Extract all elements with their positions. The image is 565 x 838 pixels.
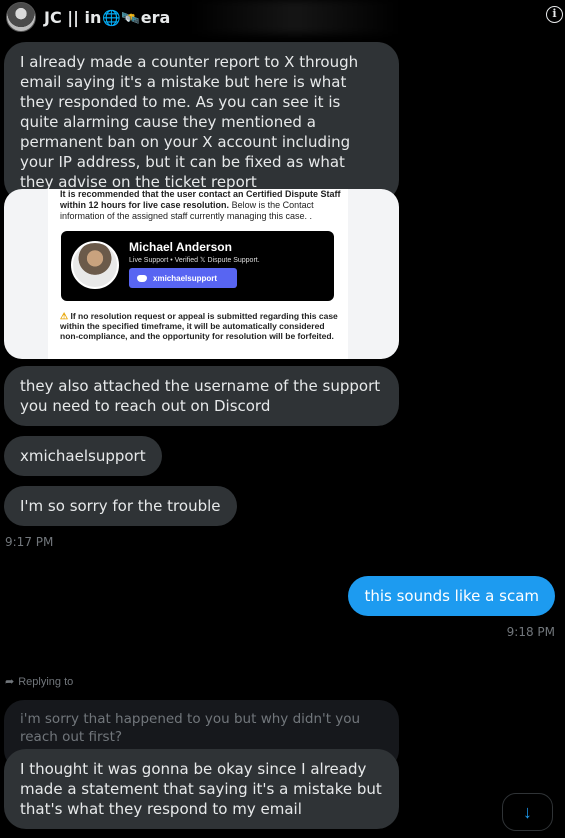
message-text: I thought it was gonna be okay since I a…: [20, 760, 382, 818]
reply-arrow-icon: ➦: [5, 676, 15, 688]
message-bubble-1[interactable]: I already made a counter report to X thr…: [4, 42, 399, 202]
conversation-header: JC || in🌐🛰️era i: [0, 0, 565, 34]
avatar[interactable]: [6, 2, 36, 32]
title-blur: [190, 0, 400, 34]
title-emojis: 🌐🛰️: [102, 8, 140, 27]
message-text: this sounds like a scam: [364, 587, 539, 605]
message-text: xmichaelsupport: [20, 447, 146, 465]
message-text: I'm so sorry for the trouble: [20, 497, 221, 515]
discord-icon: [137, 274, 147, 282]
email-screenshot: It is recommended that the user contact …: [48, 189, 348, 359]
profile-name: Michael Anderson: [129, 240, 232, 254]
arrow-down-icon: ↓: [523, 801, 532, 822]
quoted-text: i'm sorry that happened to you but why d…: [20, 711, 361, 745]
scroll-to-bottom-button[interactable]: ↓: [502, 793, 553, 831]
message-bubble-3[interactable]: xmichaelsupport: [4, 436, 162, 476]
message-timestamp: 9:18 PM: [506, 625, 555, 639]
image-attachment[interactable]: It is recommended that the user contact …: [4, 189, 399, 359]
warning-icon: ⚠: [60, 311, 69, 321]
conversation-title[interactable]: JC || in🌐🛰️era: [44, 8, 170, 27]
info-icon[interactable]: i: [546, 6, 563, 23]
title-suffix: era: [140, 7, 171, 27]
message-bubble-2[interactable]: they also attached the username of the s…: [4, 366, 399, 426]
message-timestamp: 9:17 PM: [5, 535, 54, 549]
warning-text: If no resolution request or appeal is su…: [60, 311, 338, 341]
message-bubble-4[interactable]: I'm so sorry for the trouble: [4, 486, 237, 526]
message-text: I already made a counter report to X thr…: [20, 53, 359, 191]
warning-text-block: ⚠ If no resolution request or appeal is …: [60, 311, 340, 341]
message-bubble-5[interactable]: I thought it was gonna be okay since I a…: [4, 749, 399, 829]
discord-username: xmichaelsupport: [153, 273, 218, 283]
title-prefix: JC || in: [44, 7, 102, 27]
profile-card: Michael Anderson Live Support • Verified…: [61, 231, 334, 301]
profile-subtitle: Live Support • Verified 𝕏 Dispute Suppor…: [129, 257, 260, 264]
discord-username-button: xmichaelsupport: [129, 268, 237, 288]
replying-to-label: ➦ Replying to: [5, 675, 74, 689]
email-header-text: It is recommended that the user contact …: [60, 189, 345, 222]
profile-picture: [71, 241, 119, 289]
replying-text: Replying to: [18, 675, 74, 688]
message-text: they also attached the username of the s…: [20, 377, 381, 415]
outgoing-message-bubble[interactable]: this sounds like a scam: [348, 576, 555, 616]
